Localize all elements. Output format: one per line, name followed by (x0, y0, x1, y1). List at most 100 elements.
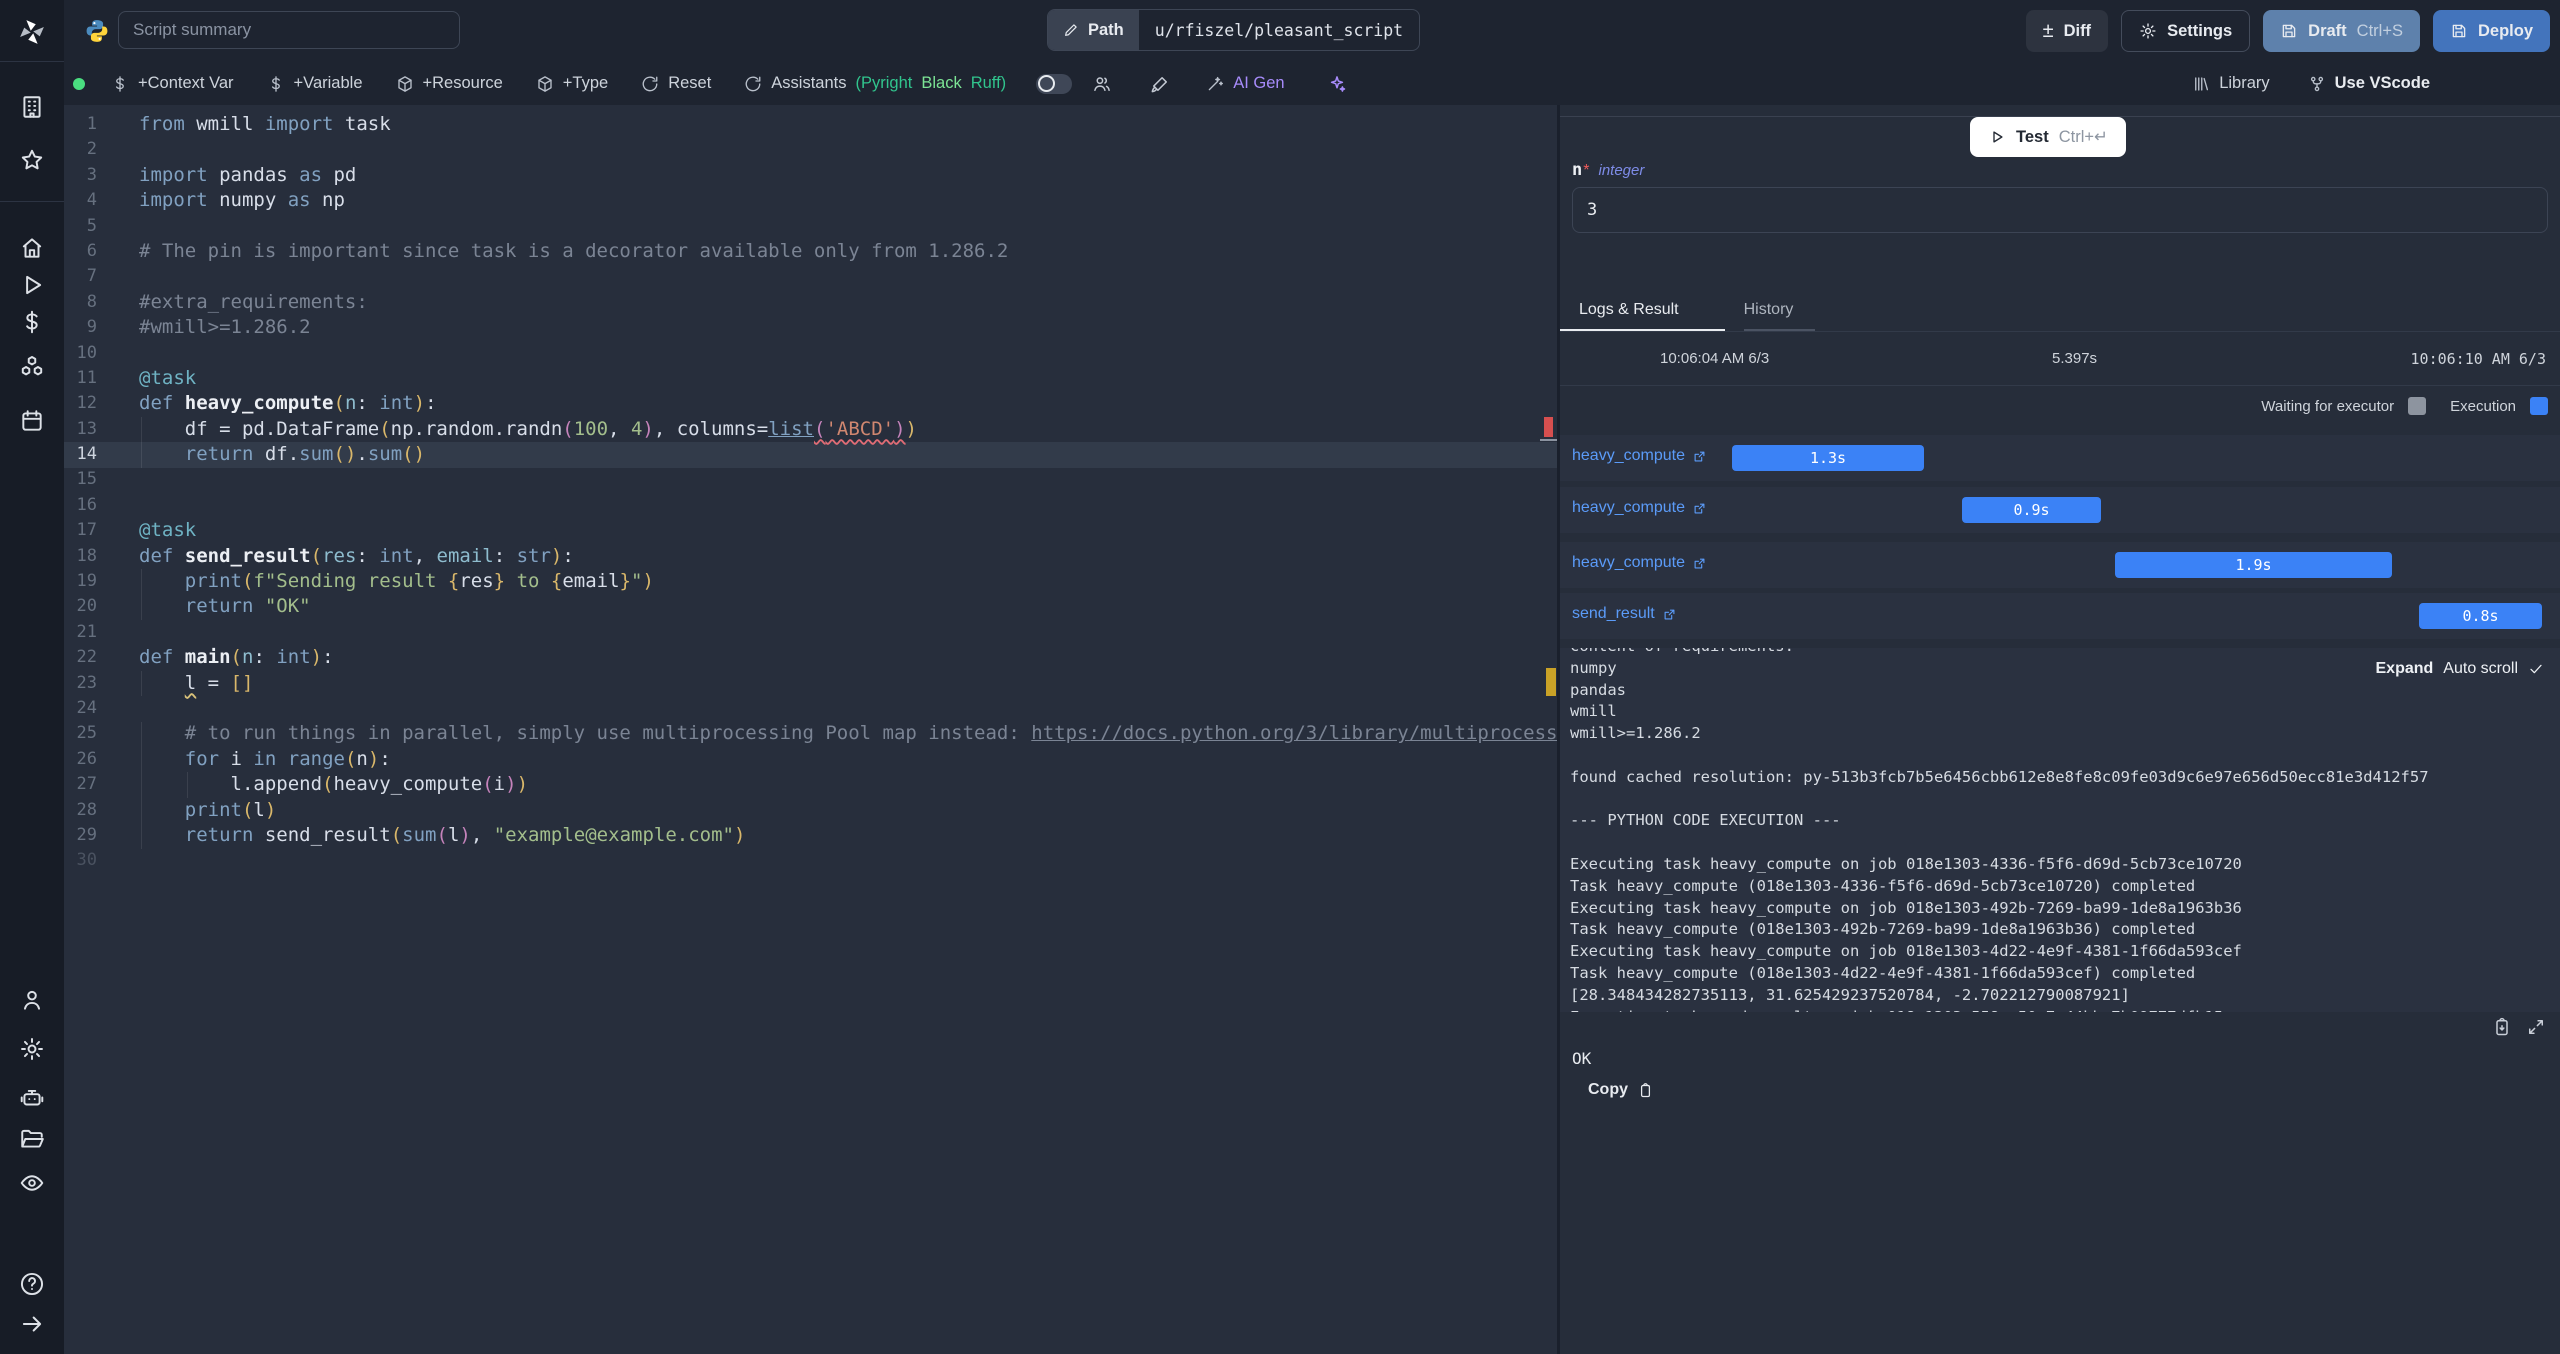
code-line[interactable]: 16 (64, 493, 1557, 518)
add-resource-button[interactable]: +Resource (396, 74, 503, 93)
code-line[interactable]: 8 #extra_requirements: (64, 290, 1557, 315)
test-button[interactable]: Test Ctrl+↵ (1970, 117, 2126, 157)
line-number: 26 (76, 748, 97, 769)
diff-label: Diff (2063, 21, 2092, 40)
task-job-link[interactable]: heavy_compute (1572, 447, 1707, 465)
code-line[interactable]: 22 def main(n: int): (64, 645, 1557, 670)
home-icon[interactable] (19, 235, 45, 261)
log-line: Executing task heavy_compute on job 018e… (1570, 898, 2242, 917)
use-vscode-button[interactable]: Use VScode (2308, 74, 2430, 93)
workspace-building-icon[interactable] (19, 94, 45, 120)
code-line[interactable]: 10 (64, 341, 1557, 366)
expand-sidebar-arrow-icon[interactable] (19, 1311, 45, 1337)
resources-cubes-icon[interactable] (19, 354, 45, 380)
copy-result-button[interactable]: Copy (1582, 1080, 1660, 1100)
add-context-var-button[interactable]: +Context Var (111, 74, 234, 93)
code-line[interactable]: 29 return send_result(sum(l), "example@e… (64, 823, 1557, 848)
code-line[interactable]: 4 import numpy as np (64, 188, 1557, 213)
favorites-star-icon[interactable] (19, 147, 45, 173)
path-edit-button[interactable]: Path (1048, 10, 1139, 50)
code-line[interactable]: 12 def heavy_compute(n: int): (64, 391, 1557, 416)
account-user-icon[interactable] (19, 987, 45, 1013)
tab-logs-result[interactable]: Logs & Result (1560, 295, 1725, 331)
code-line[interactable]: 3 import pandas as pd (64, 163, 1557, 188)
code-line[interactable]: 26 for i in range(n): (64, 747, 1557, 772)
audit-logs-eye-icon[interactable] (19, 1170, 45, 1196)
tab-history[interactable]: History (1743, 295, 1816, 331)
reset-button[interactable]: Reset (641, 74, 711, 93)
line-number: 7 (86, 266, 97, 287)
fullscreen-result-icon[interactable] (2526, 1017, 2546, 1037)
task-job-link[interactable]: heavy_compute (1572, 499, 1707, 517)
log-line: wmill>=1.286.2 (1570, 724, 1701, 743)
ai-gen-button[interactable]: AI Gen (1206, 74, 1285, 93)
code-line[interactable]: 9 #wmill>=1.286.2 (64, 315, 1557, 340)
folders-icon[interactable] (19, 1126, 45, 1152)
legend-waiting-label: Waiting for executor (2261, 397, 2395, 415)
draft-button[interactable]: Draft Ctrl+S (2263, 10, 2420, 52)
script-summary-input[interactable] (118, 11, 460, 49)
code-line[interactable]: 7 (64, 264, 1557, 289)
diff-mode-toggle[interactable] (1036, 73, 1073, 94)
code-line[interactable]: 20 return "OK" (64, 594, 1557, 619)
code-line[interactable]: 5 (64, 214, 1557, 239)
workers-robot-icon[interactable] (19, 1085, 45, 1111)
path-field[interactable]: Path u/rfiszel/pleasant_script (1047, 9, 1421, 51)
code-line[interactable]: 2 (64, 137, 1557, 162)
line-number: 9 (86, 317, 97, 338)
copy-logs-icon[interactable] (2492, 1017, 2512, 1037)
autoscroll-toggle[interactable]: Auto scroll (2443, 660, 2518, 678)
code-line[interactable]: 30 (64, 848, 1557, 873)
arg-n-input[interactable] (1572, 187, 2548, 233)
runs-play-icon[interactable] (19, 272, 45, 298)
expand-logs-button[interactable]: Expand (2376, 660, 2434, 678)
code-line[interactable]: 25 # to run things in parallel, simply u… (64, 721, 1557, 746)
library-button[interactable]: Library (2192, 74, 2270, 93)
draft-shortcut: Ctrl+S (2356, 21, 2403, 40)
log-line: --- PYTHON CODE EXECUTION --- (1570, 811, 1841, 830)
code-line[interactable]: 28 print(l) (64, 798, 1557, 823)
line-number: 13 (76, 418, 97, 439)
code-line[interactable]: 24 (64, 696, 1557, 721)
code-line[interactable]: 15 (64, 467, 1557, 492)
code-line[interactable]: 27 l.append(heavy_compute(i)) (64, 772, 1557, 797)
help-icon[interactable] (19, 1271, 45, 1297)
code-line[interactable]: 14 return df.sum().sum() (64, 442, 1557, 467)
windmill-logo-icon[interactable] (17, 17, 47, 47)
code-line[interactable]: 17 @task (64, 518, 1557, 543)
schedules-calendar-icon[interactable] (19, 408, 45, 434)
settings-gear-icon (2139, 22, 2157, 40)
line-number: 2 (86, 139, 97, 160)
add-type-button[interactable]: +Type (536, 74, 608, 93)
assistants-button[interactable]: Assistants (Pyright Black Ruff) (744, 74, 1006, 93)
check-icon (2528, 661, 2544, 677)
ai-sparkles-icon[interactable] (1327, 74, 1347, 94)
diff-button[interactable]: ± Diff (2025, 10, 2109, 52)
deploy-button[interactable]: Deploy (2432, 10, 2550, 52)
log-line: Task heavy_compute (018e1303-4d22-4e9f-4… (1570, 963, 2196, 982)
line-number: 11 (76, 367, 97, 388)
log-output[interactable]: content of requirements:numpypandaswmill… (1560, 648, 2560, 1012)
code-line[interactable]: 21 (64, 620, 1557, 645)
code-editor[interactable]: 1 from wmill import task 2 3 import pandas a… (64, 105, 1557, 1354)
arg-label: n* integer (1572, 160, 1644, 180)
format-brush-icon[interactable] (1150, 74, 1170, 94)
code-line[interactable]: 1 from wmill import task (64, 112, 1557, 137)
code-line[interactable]: 6 # The pin is important since task is a … (64, 239, 1557, 264)
code-line[interactable]: 18 def send_result(res: int, email: str): (64, 544, 1557, 569)
line-number: 21 (76, 621, 97, 642)
log-line: content of requirements: (1560, 648, 2560, 658)
code-line[interactable]: 11 @task (64, 366, 1557, 391)
path-label: Path (1088, 20, 1124, 39)
settings-button[interactable]: Settings (2121, 10, 2251, 52)
collaborators-icon[interactable] (1092, 74, 1112, 94)
workspace-settings-gear-icon[interactable] (19, 1036, 45, 1062)
add-variable-button[interactable]: +Variable (267, 74, 363, 93)
task-job-link[interactable]: heavy_compute (1572, 554, 1707, 572)
code-line[interactable]: 13 df = pd.DataFrame(np.random.randn(100… (64, 417, 1557, 442)
code-line[interactable]: 23 l = [] (64, 671, 1557, 696)
task-job-link[interactable]: send_result (1572, 605, 1677, 623)
code-line[interactable]: 19 print(f"Sending result {res} to {emai… (64, 569, 1557, 594)
variables-dollar-icon[interactable] (19, 309, 45, 335)
